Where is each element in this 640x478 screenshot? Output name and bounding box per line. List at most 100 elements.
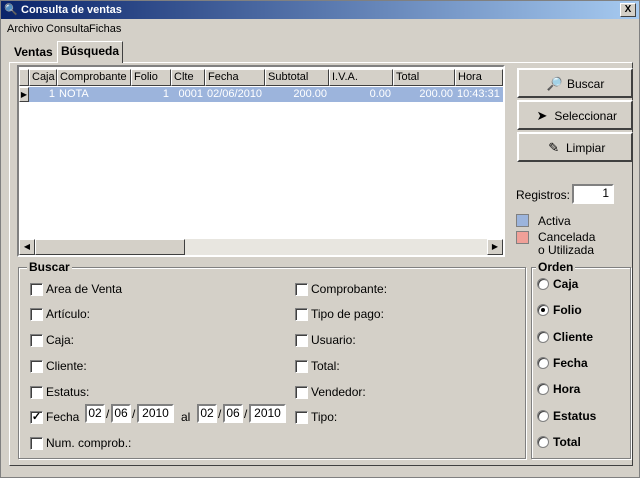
radio-label: Cliente — [553, 329, 594, 344]
column-header[interactable]: Subtotal — [265, 69, 329, 86]
seleccionar-button[interactable]: ➤ Seleccionar — [517, 100, 633, 130]
scroll-left-icon[interactable]: ◀ — [19, 239, 35, 255]
grid-body: Caja Comprobante Folio Clte Fecha Subtotal I.V… — [19, 67, 503, 239]
fecha-from-day[interactable]: 02 — [85, 404, 105, 423]
checkbox-left-6[interactable] — [30, 437, 43, 450]
results-grid[interactable]: Caja Comprobante Folio Clte Fecha Subtotal I.V… — [17, 65, 505, 257]
fecha-to-year[interactable]: 2010 — [249, 404, 286, 423]
checkbox-left-3[interactable] — [30, 360, 43, 373]
tab-ventas[interactable]: Ventas — [11, 43, 56, 63]
checkbox-right-5[interactable] — [295, 411, 308, 424]
radio-label: Caja — [553, 277, 579, 291]
checkbox-left-1[interactable] — [30, 308, 43, 321]
radio-orden-6[interactable] — [537, 435, 549, 448]
title-bar: 🔍 Consulta de ventas X — [1, 1, 639, 19]
tab-busqueda[interactable]: Búsqueda — [57, 41, 124, 63]
checkbox-label: Total: — [311, 359, 340, 373]
fecha-to-month[interactable]: 06 — [223, 404, 243, 423]
limpiar-button[interactable]: ✎ Limpiar — [517, 132, 633, 162]
checkbox-label: Area de Venta — [46, 282, 123, 296]
legend-cancelada-label: Cancelada — [538, 230, 596, 244]
column-header[interactable]: Folio — [131, 69, 171, 86]
checkbox-label: Vendedor: — [311, 385, 366, 399]
checkbox-label: Artículo: — [46, 307, 91, 321]
scrollbar-thumb[interactable] — [35, 239, 185, 255]
radio-label: Total — [553, 434, 581, 449]
checkbox-label: Cliente: — [46, 359, 87, 373]
date-sep: / — [106, 407, 110, 421]
buscar-button[interactable]: 🔎 Buscar — [517, 68, 633, 98]
column-header[interactable]: Total — [393, 69, 455, 86]
radio-orden-2[interactable] — [537, 330, 549, 343]
legend-activa-swatch — [516, 214, 529, 227]
checkbox-right-3[interactable] — [295, 360, 308, 373]
legend-activa-label: Activa — [538, 214, 571, 228]
table-cell: 02/06/2010 — [205, 87, 265, 102]
date-sep: / — [132, 407, 136, 421]
column-header[interactable]: I.V.A. — [329, 69, 393, 86]
checkbox-label: Usuario: — [311, 333, 356, 347]
grid-corner — [19, 69, 29, 86]
checkbox-label: Tipo de pago: — [311, 307, 384, 321]
close-button[interactable]: X — [620, 3, 636, 17]
radio-label: Hora — [553, 382, 581, 397]
checkbox-right-1[interactable] — [295, 308, 308, 321]
radio-orden-5[interactable] — [537, 409, 549, 422]
horizontal-scrollbar[interactable]: ◀ ▶ — [19, 239, 503, 255]
search-icon: 🔎 — [546, 75, 563, 91]
column-header[interactable]: Comprobante — [57, 69, 131, 86]
al-label: al — [181, 410, 191, 424]
radio-orden-3[interactable] — [537, 356, 549, 369]
column-header[interactable]: Fecha — [205, 69, 265, 86]
checkbox-label: Tipo: — [311, 410, 338, 424]
table-cell: NOTA — [57, 87, 131, 102]
checkbox-right-2[interactable] — [295, 334, 308, 347]
menu-fichas[interactable]: Fichas — [89, 23, 121, 35]
date-sep: / — [218, 407, 222, 421]
fecha-to-day[interactable]: 02 — [197, 404, 217, 423]
date-sep: / — [244, 407, 248, 421]
column-header[interactable]: Hora — [455, 69, 503, 86]
legend-cancelada-swatch — [516, 231, 529, 244]
column-header[interactable]: Caja — [29, 69, 57, 86]
window-title: Consulta de ventas — [21, 4, 122, 16]
radio-label: Folio — [553, 303, 582, 318]
registros-field[interactable]: 1 — [572, 184, 614, 204]
checkbox-right-0[interactable] — [295, 283, 308, 296]
checkbox-left-0[interactable] — [30, 283, 43, 296]
checkbox-left-5[interactable]: ✓ — [30, 411, 43, 424]
select-icon: ➤ — [536, 107, 548, 123]
menu-bar: Archivo Consulta Fichas — [1, 20, 639, 38]
search-app-icon: 🔍 — [4, 4, 18, 16]
column-header[interactable]: Clte — [171, 69, 205, 86]
checkbox-label: Fecha — [46, 410, 80, 424]
table-cell: 200.00 — [265, 87, 329, 102]
buscar-group-title: Buscar — [27, 260, 72, 274]
orden-group-title: Orden — [536, 260, 576, 274]
registros-label: Registros: — [516, 188, 571, 202]
checkbox-left-2[interactable] — [30, 334, 43, 347]
main-window: 🔍 Consulta de ventas X Archivo Consulta … — [0, 0, 640, 478]
checkbox-label: Caja: — [46, 333, 75, 347]
table-cell: 1 — [131, 87, 171, 102]
checkbox-left-4[interactable] — [30, 386, 43, 399]
checkbox-label: Num. comprob.: — [46, 436, 132, 450]
legend-cancelada-label-2: o Utilizada — [538, 243, 595, 257]
table-cell: 0.00 — [329, 87, 393, 102]
menu-archivo[interactable]: Archivo — [7, 23, 44, 35]
row-indicator-icon: ▶ — [19, 87, 29, 102]
menu-consulta[interactable]: Consulta — [46, 23, 89, 35]
fecha-from-year[interactable]: 2010 — [137, 404, 174, 423]
table-cell: 0001 — [171, 87, 205, 102]
table-cell: 200.00 — [393, 87, 455, 102]
fecha-from-month[interactable]: 06 — [111, 404, 131, 423]
checkbox-label: Comprobante: — [311, 282, 388, 296]
radio-label: Estatus — [553, 408, 597, 423]
radio-label: Fecha — [553, 355, 588, 370]
table-cell: 10:43:31 — [455, 87, 503, 102]
table-cell: 1 — [29, 87, 57, 102]
broom-icon: ✎ — [548, 139, 560, 155]
scroll-right-icon[interactable]: ▶ — [487, 239, 503, 255]
checkbox-right-4[interactable] — [295, 386, 308, 399]
radio-orden-0[interactable] — [537, 278, 549, 290]
